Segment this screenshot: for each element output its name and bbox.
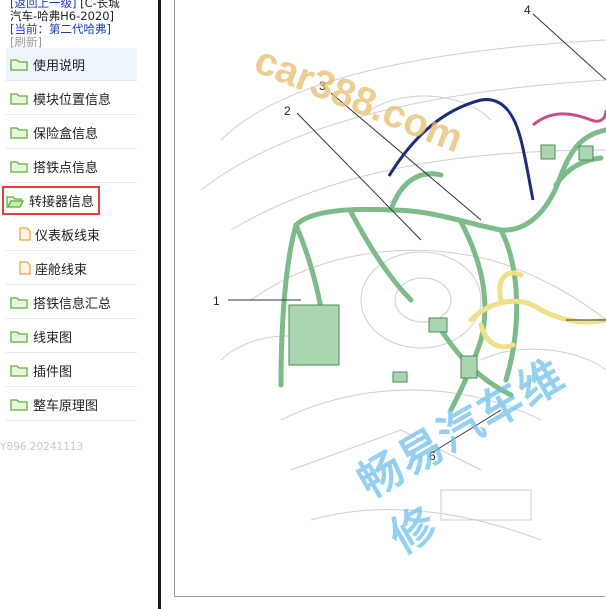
leader-lines <box>228 13 606 453</box>
folder-icon <box>10 399 28 411</box>
nav-item-cabin-harness[interactable]: 座舱线束 <box>6 252 137 285</box>
nav-item-module-location[interactable]: 模块位置信息 <box>6 82 137 115</box>
nav-item-label: 搭铁信息汇总 <box>33 296 112 312</box>
folder-icon <box>10 127 28 139</box>
nav-item-connector-diagram[interactable]: 插件图 <box>6 354 137 387</box>
nav-item-label: 座舱线束 <box>35 262 88 278</box>
folder-icon <box>10 161 28 173</box>
callout-4: 4 <box>524 3 531 17</box>
nav-item-label: 保险盒信息 <box>33 126 99 142</box>
harness-diagram: 1 2 3 4 6 <box>200 3 606 541</box>
sidebar-header: [返回上一级] [C-长城 汽车-哈弗H6-2020] [当前：第二代哈弗] [… <box>10 0 150 49</box>
file-icon <box>19 261 31 275</box>
file-icon <box>19 227 31 241</box>
pink-harness <box>532 109 606 127</box>
folder-icon <box>10 365 28 377</box>
nav-item-label: 转接器信息 <box>29 195 95 210</box>
nav-item-label: 仪表板线束 <box>35 228 101 244</box>
nav-item-ground-summary[interactable]: 搭铁信息汇总 <box>6 286 137 319</box>
connector-blocks <box>288 144 594 383</box>
nav-item-usage[interactable]: 使用说明 <box>6 48 137 81</box>
folder-icon <box>10 331 28 343</box>
nav-item-label: 搭铁点信息 <box>33 160 99 176</box>
nav-item-adapter-info[interactable]: 转接器信息 <box>2 186 100 215</box>
callout-1: 1 <box>213 294 220 308</box>
diagram-viewer: 1 2 3 4 6 car388.com 畅易汽车维修 <box>161 0 606 609</box>
folder-icon <box>10 93 28 105</box>
folder-icon <box>10 59 28 71</box>
nav-item-harness-diagram[interactable]: 线束图 <box>6 320 137 353</box>
nav-item-dashboard-harness[interactable]: 仪表板线束 <box>6 218 137 251</box>
nav-item-label: 线束图 <box>33 330 73 346</box>
nav-item-vehicle-schematic[interactable]: 整车原理图 <box>6 388 137 421</box>
folder-icon <box>10 297 28 309</box>
nav-item-label: 插件图 <box>33 364 73 380</box>
callout-6: 6 <box>429 449 436 463</box>
nav-item-ground-points[interactable]: 搭铁点信息 <box>6 150 137 183</box>
folder-open-icon <box>6 195 24 208</box>
sidebar: [返回上一级] [C-长城 汽车-哈弗H6-2020] [当前：第二代哈弗] [… <box>0 0 158 609</box>
yellow-harness <box>468 270 606 350</box>
nav-item-label: 模块位置信息 <box>33 92 112 108</box>
refresh-link[interactable]: [刷新] <box>10 35 42 49</box>
current-link[interactable]: [当前：第二代哈弗] <box>10 22 111 36</box>
nav-item-fuse-box[interactable]: 保险盒信息 <box>6 116 137 149</box>
callout-3: 3 <box>319 79 326 93</box>
navy-harness <box>387 98 523 177</box>
nav-item-label: 使用说明 <box>33 58 86 74</box>
version-text: Y896.20241113 <box>0 441 84 453</box>
green-main-harness <box>278 127 606 413</box>
nav-item-label: 整车原理图 <box>33 398 99 414</box>
callout-2: 2 <box>284 104 291 118</box>
